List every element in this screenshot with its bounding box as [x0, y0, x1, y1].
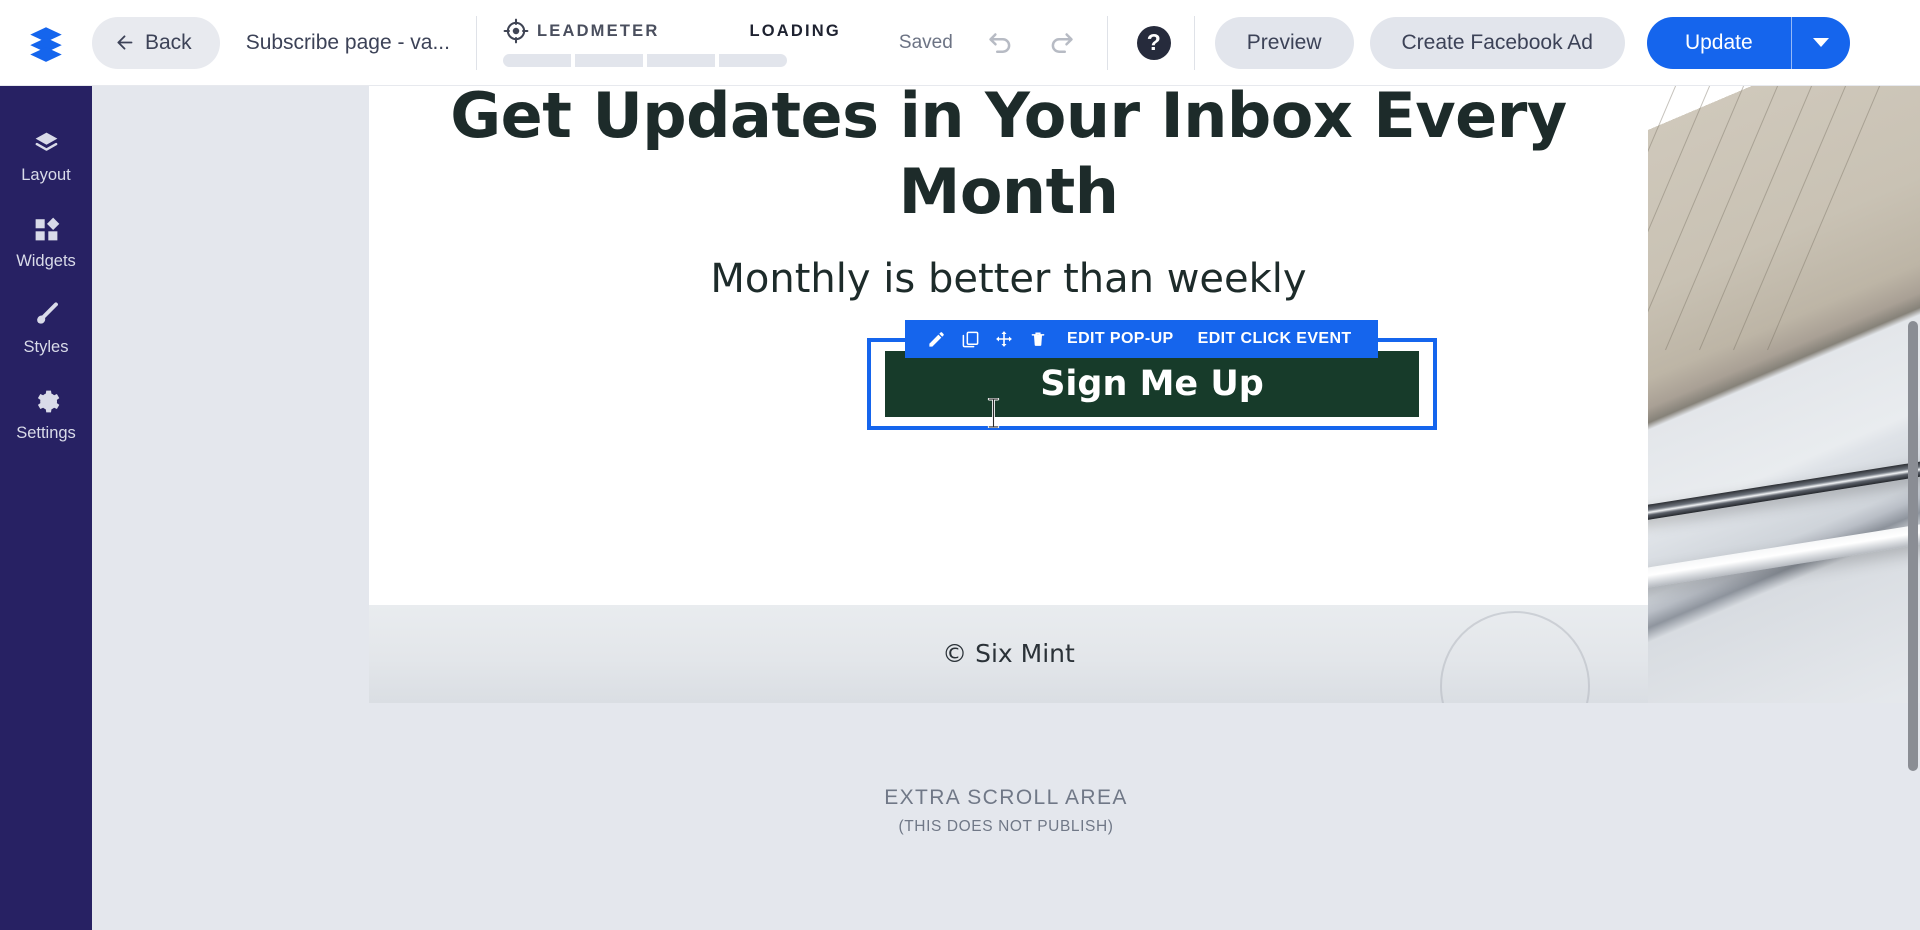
top-toolbar: Back Subscribe page - va... LEADMETER LO… [0, 0, 1920, 86]
preview-button[interactable]: Preview [1214, 16, 1354, 69]
sidebar-item-label: Styles [23, 338, 69, 356]
gear-icon [32, 387, 61, 416]
edit-click-event-action[interactable]: EDIT CLICK EVENT [1186, 330, 1364, 348]
leadmeter-widget[interactable]: LEADMETER LOADING [502, 18, 841, 67]
duplicate-widget-button[interactable] [953, 320, 987, 358]
vertical-scrollbar-thumb[interactable] [1908, 321, 1918, 771]
sidebar-item-settings[interactable]: Settings [0, 370, 92, 456]
leadmeter-header: LEADMETER LOADING [503, 18, 841, 44]
toolbar-divider-2 [1106, 15, 1108, 70]
selected-widget: Sign Me Up EDIT POP-UP EDIT CLICK EVENT [867, 320, 1437, 430]
extra-scroll-note: (THIS DOES NOT PUBLISH) [898, 818, 1114, 835]
page-title[interactable]: Subscribe page - va... [246, 31, 450, 55]
update-button[interactable]: Update [1647, 17, 1791, 69]
edit-widget-button[interactable] [919, 320, 953, 358]
page-preview: Get Updates in Your Inbox Every Month Mo… [369, 86, 1920, 703]
delete-widget-button[interactable] [1021, 320, 1055, 358]
undo-arrow-icon [989, 32, 1011, 53]
sidebar-item-layout[interactable]: Layout [0, 112, 92, 198]
sidebar-item-styles[interactable]: Styles [0, 284, 92, 370]
duplicate-icon [962, 331, 978, 347]
move-widget-button[interactable] [987, 320, 1021, 358]
layers-logo-icon [30, 26, 62, 62]
back-button[interactable]: Back [92, 16, 220, 69]
arrow-left-icon [117, 35, 133, 50]
text-ibeam-cursor [987, 398, 1000, 428]
target-icon [503, 18, 529, 44]
hero-subheading[interactable]: Monthly is better than weekly [369, 256, 1648, 302]
extra-scroll-title: EXTRA SCROLL AREA [884, 786, 1128, 809]
sidebar-item-widgets[interactable]: Widgets [0, 198, 92, 284]
hero-background-photo [1528, 86, 1920, 703]
extra-scroll-area: EXTRA SCROLL AREA (THIS DOES NOT PUBLISH… [92, 786, 1920, 836]
saved-status: Saved [898, 31, 953, 53]
layers-icon [32, 129, 61, 158]
update-dropdown-button[interactable] [1792, 17, 1850, 69]
brush-icon [32, 301, 61, 330]
chevron-down-icon [1812, 38, 1829, 47]
create-facebook-ad-button[interactable]: Create Facebook Ad [1369, 16, 1625, 69]
move-icon [996, 331, 1012, 347]
editor-canvas[interactable]: Get Updates in Your Inbox Every Month Mo… [92, 86, 1920, 930]
vertical-scrollbar[interactable] [1906, 86, 1920, 930]
sign-me-up-button[interactable]: Sign Me Up [885, 351, 1419, 417]
sidebar-item-label: Widgets [16, 252, 76, 270]
trash-icon [1031, 332, 1045, 346]
update-button-group: Update [1646, 16, 1850, 69]
toolbar-divider-1 [475, 15, 477, 70]
back-button-label: Back [145, 30, 192, 54]
widgets-icon [32, 215, 61, 244]
pencil-icon [928, 331, 944, 347]
toolbar-divider-3 [1193, 15, 1195, 70]
help-icon: ? [1136, 25, 1171, 60]
left-sidebar: Layout Widgets Styles Settings [0, 86, 92, 930]
edit-popup-action[interactable]: EDIT POP-UP [1055, 330, 1186, 348]
hero-heading[interactable]: Get Updates in Your Inbox Every Month [369, 86, 1648, 230]
help-button[interactable]: ? [1128, 17, 1180, 69]
undo-button[interactable] [975, 17, 1027, 69]
leadmeter-segment [502, 54, 571, 67]
leadmeter-status: LOADING [749, 21, 841, 40]
widget-action-toolbar: EDIT POP-UP EDIT CLICK EVENT [905, 320, 1378, 358]
sidebar-item-label: Settings [16, 424, 76, 442]
leadmeter-segment [574, 54, 643, 67]
leadmeter-label: LEADMETER [536, 21, 660, 40]
leadmeter-progress [502, 54, 841, 67]
app-logo[interactable] [0, 0, 92, 86]
redo-arrow-icon [1051, 32, 1073, 53]
leadmeter-segment [646, 54, 715, 67]
redo-button[interactable] [1035, 17, 1087, 69]
leadmeter-segment [718, 54, 787, 67]
sidebar-item-label: Layout [21, 166, 71, 184]
